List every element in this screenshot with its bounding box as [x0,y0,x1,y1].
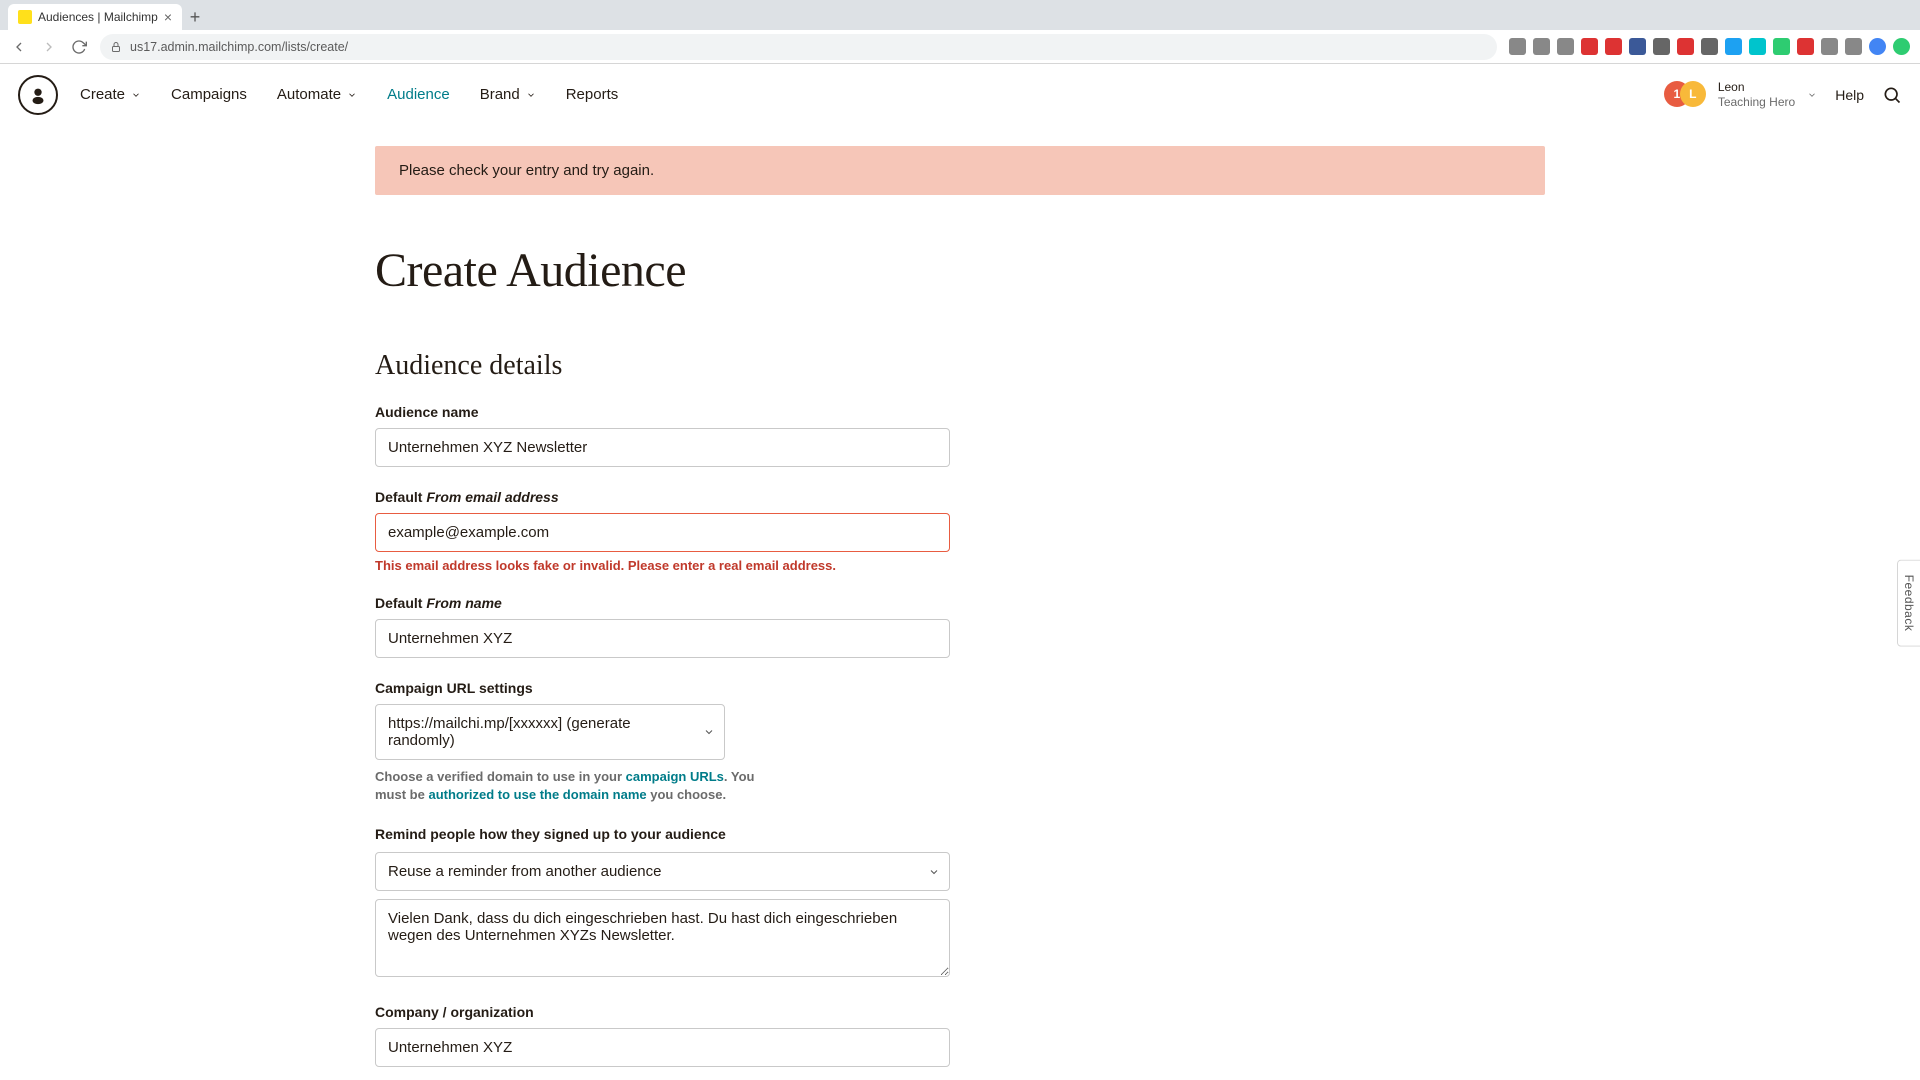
address-bar[interactable]: us17.admin.mailchimp.com/lists/create/ [100,34,1497,60]
favicon [18,10,32,24]
select-value: https://mailchi.mp/[xxxxxx] (generate ra… [388,715,631,749]
ext-icon[interactable] [1557,38,1574,55]
audience-name-input[interactable] [375,428,950,467]
nav-label: Campaigns [171,86,247,103]
campaign-url-select[interactable]: https://mailchi.mp/[xxxxxx] (generate ra… [375,704,725,760]
field-from-name: Default From name [375,595,950,658]
ext-icon[interactable] [1605,38,1622,55]
nav-label: Audience [387,86,450,103]
campaign-urls-link[interactable]: campaign URLs [626,769,724,784]
ext-icon[interactable] [1653,38,1670,55]
profile-icon[interactable] [1869,38,1886,55]
nav-automate[interactable]: Automate [277,86,357,103]
ext-icon[interactable] [1845,38,1862,55]
label-text: Default [375,489,426,505]
helper-text: Choose a verified domain to use in your [375,769,626,784]
nav-campaigns[interactable]: Campaigns [171,86,247,103]
new-tab-button[interactable]: + [182,4,208,30]
from-name-input[interactable] [375,619,950,658]
ext-icon[interactable] [1629,38,1646,55]
avatar-badge: L [1680,81,1706,107]
ext-icon[interactable] [1725,38,1742,55]
ext-icon[interactable] [1821,38,1838,55]
label-italic: From email address [426,489,558,505]
from-email-input[interactable] [375,513,950,552]
field-audience-name: Audience name [375,404,950,467]
section-title: Audience details [375,350,1545,382]
mailchimp-logo[interactable] [18,75,58,115]
user-text: Leon Teaching Hero [1718,80,1795,109]
help-link[interactable]: Help [1835,87,1864,103]
avatar: 1 L [1664,81,1706,109]
reload-button[interactable] [70,38,88,56]
app-nav: Create Campaigns Automate Audience Brand… [0,64,1920,126]
nav-label: Brand [480,86,520,103]
select-value: Reuse a reminder from another audience [388,863,662,880]
nav-label: Reports [566,86,619,103]
label-audience-name: Audience name [375,404,950,420]
feedback-tab[interactable]: Feedback [1897,560,1920,647]
forward-button[interactable] [40,38,58,56]
lock-icon [110,41,122,53]
nav-label: Automate [277,86,341,103]
ext-icon[interactable] [1509,38,1526,55]
alert-text: Please check your entry and try again. [399,162,654,179]
nav-brand[interactable]: Brand [480,86,536,103]
field-campaign-url: Campaign URL settings https://mailchi.mp… [375,680,950,804]
ext-icon[interactable] [1893,38,1910,55]
nav-audience[interactable]: Audience [387,86,450,103]
chevron-down-icon [347,90,357,100]
remind-select[interactable]: Reuse a reminder from another audience [375,852,950,891]
nav-create[interactable]: Create [80,86,141,103]
close-tab-icon[interactable]: × [164,9,172,25]
remind-textarea[interactable] [375,899,950,977]
form: Audience name Default From email address… [375,404,950,1080]
extension-icons [1509,38,1910,55]
ext-icon[interactable] [1773,38,1790,55]
browser-toolbar: us17.admin.mailchimp.com/lists/create/ [0,30,1920,64]
ext-icon[interactable] [1797,38,1814,55]
helper-text: you choose. [647,787,726,802]
browser-tab[interactable]: Audiences | Mailchimp × [8,4,182,30]
nav-label: Create [80,86,125,103]
label-remind: Remind people how they signed up to your… [375,826,950,842]
page-title: Create Audience [375,243,1545,298]
campaign-url-helper: Choose a verified domain to use in your … [375,768,755,804]
field-from-email: Default From email address This email ad… [375,489,950,573]
label-campaign-url: Campaign URL settings [375,680,950,696]
ext-icon[interactable] [1581,38,1598,55]
label-from-email: Default From email address [375,489,950,505]
url-text: us17.admin.mailchimp.com/lists/create/ [130,40,348,54]
chevron-down-icon [1807,90,1817,100]
chevron-down-icon [131,90,141,100]
user-name: Leon [1718,80,1795,94]
authorized-domain-link[interactable]: authorized to use the domain name [428,787,646,802]
tab-title: Audiences | Mailchimp [38,10,158,24]
ext-icon[interactable] [1677,38,1694,55]
ext-icon[interactable] [1701,38,1718,55]
user-menu[interactable]: 1 L Leon Teaching Hero [1664,80,1817,109]
from-email-error: This email address looks fake or invalid… [375,558,950,573]
label-italic: From name [426,595,501,611]
back-button[interactable] [10,38,28,56]
label-text: Default [375,595,426,611]
tab-strip: Audiences | Mailchimp × + [0,0,1920,30]
field-company: Company / organization [375,1004,950,1067]
ext-icon[interactable] [1533,38,1550,55]
company-input[interactable] [375,1028,950,1067]
nav-reports[interactable]: Reports [566,86,619,103]
chevron-down-icon [526,90,536,100]
user-org: Teaching Hero [1718,95,1795,109]
main-menu: Create Campaigns Automate Audience Brand… [80,86,618,103]
feedback-label: Feedback [1902,575,1916,632]
ext-icon[interactable] [1749,38,1766,55]
label-from-name: Default From name [375,595,950,611]
field-remind: Remind people how they signed up to your… [375,826,950,982]
search-button[interactable] [1882,85,1902,105]
label-company: Company / organization [375,1004,950,1020]
error-alert: Please check your entry and try again. [375,146,1545,195]
